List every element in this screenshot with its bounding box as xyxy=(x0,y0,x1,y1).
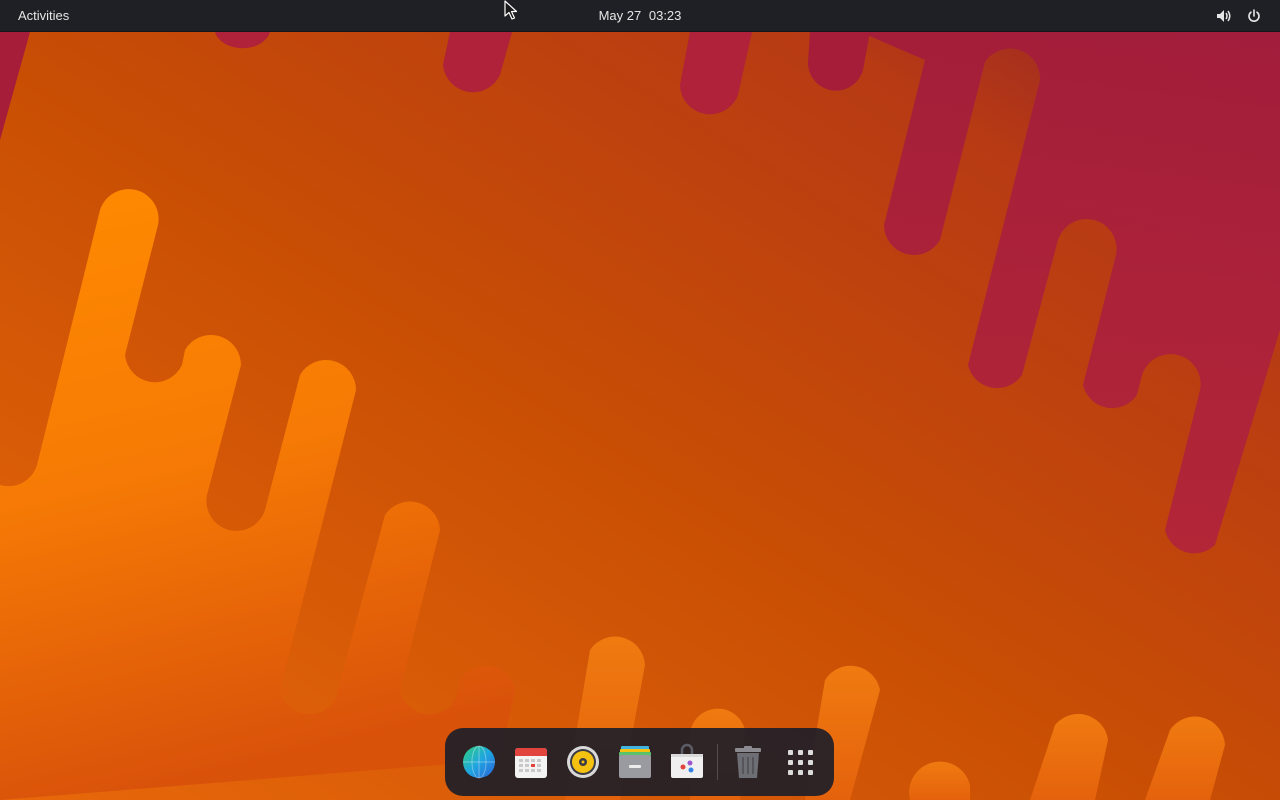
activities-button[interactable]: Activities xyxy=(12,0,75,32)
speaker-volume-icon xyxy=(1217,10,1231,22)
dock-item-music[interactable] xyxy=(563,742,603,782)
dock-item-software[interactable] xyxy=(667,742,707,782)
file-manager-icon xyxy=(619,746,651,778)
dock xyxy=(445,728,834,796)
clock-time: 03:23 xyxy=(648,8,682,23)
software-store-icon xyxy=(671,743,703,778)
dock-item-browser[interactable] xyxy=(459,742,499,782)
calendar-icon xyxy=(515,748,547,778)
show-applications-icon xyxy=(788,750,813,775)
dock-separator xyxy=(717,744,718,780)
dock-item-show-applications[interactable] xyxy=(780,742,820,782)
music-player-icon xyxy=(567,746,599,778)
power-button[interactable] xyxy=(1242,0,1266,32)
trash-icon xyxy=(735,746,761,778)
top-bar: Activities May 27 03:23 xyxy=(0,0,1280,32)
volume-button[interactable] xyxy=(1212,0,1236,32)
globe-browser-icon xyxy=(463,745,495,779)
desktop: Activities May 27 03:23 xyxy=(0,0,1280,800)
power-icon xyxy=(1248,9,1260,22)
dock-item-trash[interactable] xyxy=(728,742,768,782)
wallpaper-background xyxy=(0,0,1280,800)
clock-date: May 27 xyxy=(598,8,642,23)
clock-button[interactable]: May 27 03:23 xyxy=(590,0,690,32)
dock-item-files[interactable] xyxy=(615,742,655,782)
dock-item-calendar[interactable] xyxy=(511,742,551,782)
mouse-cursor-icon xyxy=(504,0,518,20)
